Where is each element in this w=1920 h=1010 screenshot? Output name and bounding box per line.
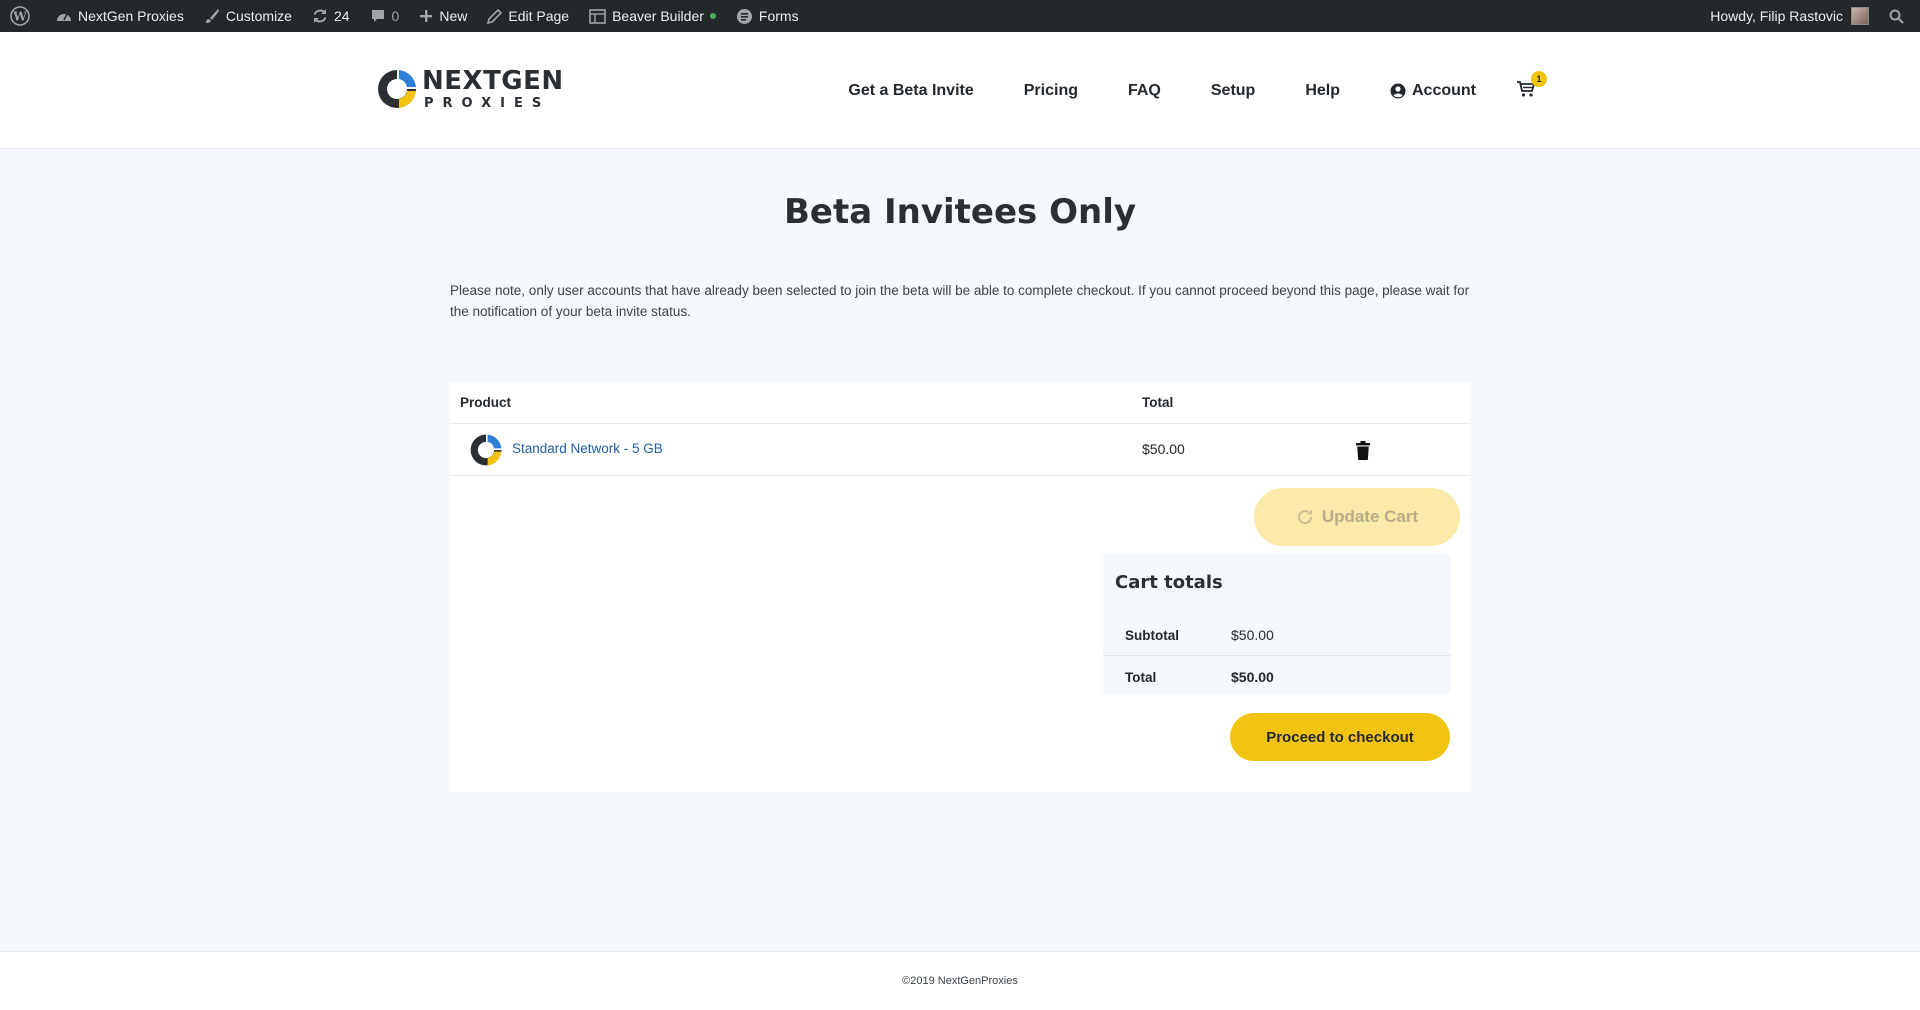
paintbrush-icon: [205, 9, 219, 23]
comment-icon: [371, 10, 384, 22]
admin-bar: W NextGen Proxies Customize 24 0 New Edi…: [0, 0, 1920, 32]
admin-forms[interactable]: Forms: [726, 0, 809, 32]
refresh-icon: [313, 9, 327, 23]
beta-note: Please note, only user accounts that hav…: [450, 283, 1470, 319]
update-cart-button[interactable]: Update Cart: [1254, 488, 1460, 546]
copyright-text: ©2019 NextGenProxies: [902, 975, 1018, 987]
proceed-to-checkout-button[interactable]: Proceed to checkout: [1230, 713, 1450, 761]
forms-icon: [736, 8, 752, 24]
subtotal-value: $50.00: [1231, 627, 1274, 643]
forms-label: Forms: [758, 8, 799, 24]
nav-pricing[interactable]: Pricing: [1024, 82, 1078, 100]
cart-count-badge: 1: [1531, 70, 1547, 87]
customize-label: Customize: [225, 8, 292, 24]
pencil-icon: [487, 8, 503, 24]
user-circle-icon: [1390, 83, 1406, 98]
edit-page-label: Edit Page: [508, 8, 570, 24]
nav-beta-invite[interactable]: Get a Beta Invite: [848, 82, 973, 100]
plus-icon: [420, 10, 433, 22]
admin-comments[interactable]: 0: [360, 0, 410, 32]
nav-faq[interactable]: FAQ: [1128, 82, 1161, 100]
trash-icon[interactable]: [1355, 441, 1371, 461]
update-cart-label: Update Cart: [1321, 507, 1419, 526]
cart-table-header: Product Total: [450, 382, 1470, 424]
admin-site-name[interactable]: NextGen Proxies: [46, 0, 194, 32]
product-total: $50.00: [1142, 441, 1185, 457]
nav-help[interactable]: Help: [1305, 82, 1340, 100]
product-link[interactable]: Standard Network - 5 GB: [512, 441, 663, 456]
nav-cart[interactable]: 1: [1516, 70, 1547, 103]
admin-beaver-builder[interactable]: Beaver Builder: [579, 0, 726, 32]
cart-totals: Cart totals Subtotal $50.00 Total $50.00: [1103, 554, 1451, 694]
brand-logo-icon: [378, 70, 416, 108]
account-label: Account: [1412, 81, 1476, 99]
total-value: $50.00: [1231, 669, 1274, 685]
table-row: Standard Network - 5 GB $50.00: [450, 424, 1470, 476]
search-icon: [1889, 9, 1904, 24]
status-dot-icon: [709, 13, 716, 19]
comments-count: 0: [391, 8, 400, 24]
site-header: NEXTGEN PROXIES Get a Beta Invite Pricin…: [0, 32, 1920, 149]
logo-wordmark: NEXTGEN: [422, 66, 564, 96]
admin-new[interactable]: New: [409, 0, 477, 32]
layout-icon: [589, 8, 606, 24]
admin-search[interactable]: [1879, 0, 1920, 32]
admin-edit-page[interactable]: Edit Page: [477, 0, 579, 32]
page-title: Beta Invitees Only: [783, 192, 1137, 232]
main-nav: Get a Beta Invite Pricing FAQ Setup Help…: [848, 32, 1547, 149]
site-logo[interactable]: NEXTGEN PROXIES: [376, 68, 564, 110]
nav-setup[interactable]: Setup: [1211, 82, 1255, 100]
header-total: Total: [1142, 395, 1174, 410]
dashboard-icon: [57, 13, 71, 21]
site-name-label: NextGen Proxies: [78, 8, 184, 24]
logo-subtitle: PROXIES: [424, 96, 551, 111]
admin-updates[interactable]: 24: [302, 0, 360, 32]
product-thumbnail-icon[interactable]: [469, 433, 503, 467]
svg-text:W: W: [12, 10, 27, 24]
greeting-label: Howdy, Filip Rastovic: [1710, 8, 1843, 24]
refresh-icon: [1297, 509, 1312, 525]
header-product: Product: [460, 395, 512, 410]
cart-totals-title: Cart totals: [1115, 572, 1223, 593]
cart-panel: Product Total Standard Network - 5 GB $5…: [450, 382, 1470, 792]
site-footer: ©2019 NextGenProxies: [0, 951, 1920, 1010]
admin-account[interactable]: Howdy, Filip Rastovic: [1700, 0, 1879, 32]
avatar: [1851, 7, 1869, 25]
nav-account[interactable]: Account: [1390, 82, 1476, 100]
total-row: Total $50.00: [1103, 656, 1451, 698]
subtotal-label: Subtotal: [1125, 628, 1179, 643]
new-label: New: [439, 8, 468, 24]
wordpress-logo-icon[interactable]: W: [0, 0, 46, 32]
total-label: Total: [1125, 670, 1157, 685]
updates-count: 24: [333, 8, 350, 24]
beaver-builder-label: Beaver Builder: [612, 8, 704, 24]
admin-customize[interactable]: Customize: [194, 0, 302, 32]
subtotal-row: Subtotal $50.00: [1103, 614, 1451, 656]
